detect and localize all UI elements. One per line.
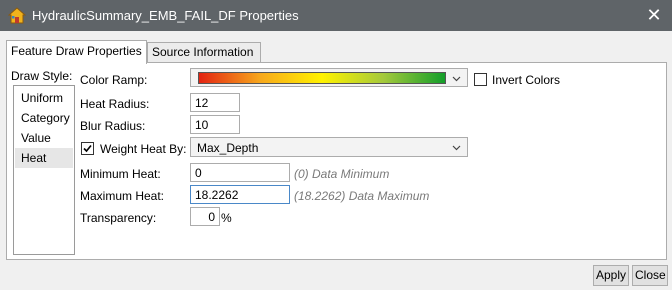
weight-heat-by-label: Weight Heat By: [100,142,187,156]
blur-radius-input[interactable]: 10 [190,115,240,134]
chevron-down-icon [452,141,461,151]
app-house-icon [7,7,27,24]
title-bar: HydraulicSummary_EMB_FAIL_DF Properties … [0,0,672,31]
chevron-down-icon [452,72,461,82]
close-window-button[interactable]: ✕ [640,1,668,29]
weight-heat-by-dropdown[interactable]: Max_Depth [190,137,468,157]
color-ramp-dropdown[interactable] [190,68,468,87]
maximum-heat-hint: (18.2262) Data Maximum [294,189,430,203]
feature-draw-properties-panel: Draw Style: Uniform Category Value Heat … [6,62,667,260]
apply-button[interactable]: Apply [593,265,629,286]
weight-heat-by-value: Max_Depth [197,141,259,155]
minimum-heat-hint: (0) Data Minimum [294,167,390,181]
color-ramp-gradient [198,72,446,84]
window-title: HydraulicSummary_EMB_FAIL_DF Properties [32,8,299,23]
close-button[interactable]: Close [632,265,668,286]
draw-style-item-category[interactable]: Category [15,108,73,128]
minimum-heat-label: Minimum Heat: [80,167,161,181]
minimum-heat-input[interactable]: 0 [190,163,290,182]
draw-style-label: Draw Style: [11,69,73,83]
invert-colors-label: Invert Colors [492,73,561,87]
draw-style-item-uniform[interactable]: Uniform [15,88,73,108]
checkmark-icon [83,144,92,153]
transparency-input[interactable]: 0 [190,207,220,226]
maximum-heat-input[interactable]: 18.2262 [190,185,290,204]
draw-style-item-value[interactable]: Value [15,128,73,148]
tab-feature-draw-properties[interactable]: Feature Draw Properties [6,40,147,64]
color-ramp-label: Color Ramp: [80,73,148,87]
invert-colors-checkbox[interactable] [474,73,487,86]
heat-radius-input[interactable]: 12 [190,93,240,112]
blur-radius-label: Blur Radius: [80,119,146,133]
weight-heat-by-checkbox[interactable] [81,142,94,155]
transparency-label: Transparency: [80,211,157,225]
transparency-unit: % [221,211,232,225]
tab-source-information[interactable]: Source Information [147,42,261,63]
draw-style-item-heat[interactable]: Heat [15,148,73,168]
draw-style-list[interactable]: Uniform Category Value Heat [13,85,75,255]
maximum-heat-label: Maximum Heat: [80,189,165,203]
heat-radius-label: Heat Radius: [80,97,150,111]
